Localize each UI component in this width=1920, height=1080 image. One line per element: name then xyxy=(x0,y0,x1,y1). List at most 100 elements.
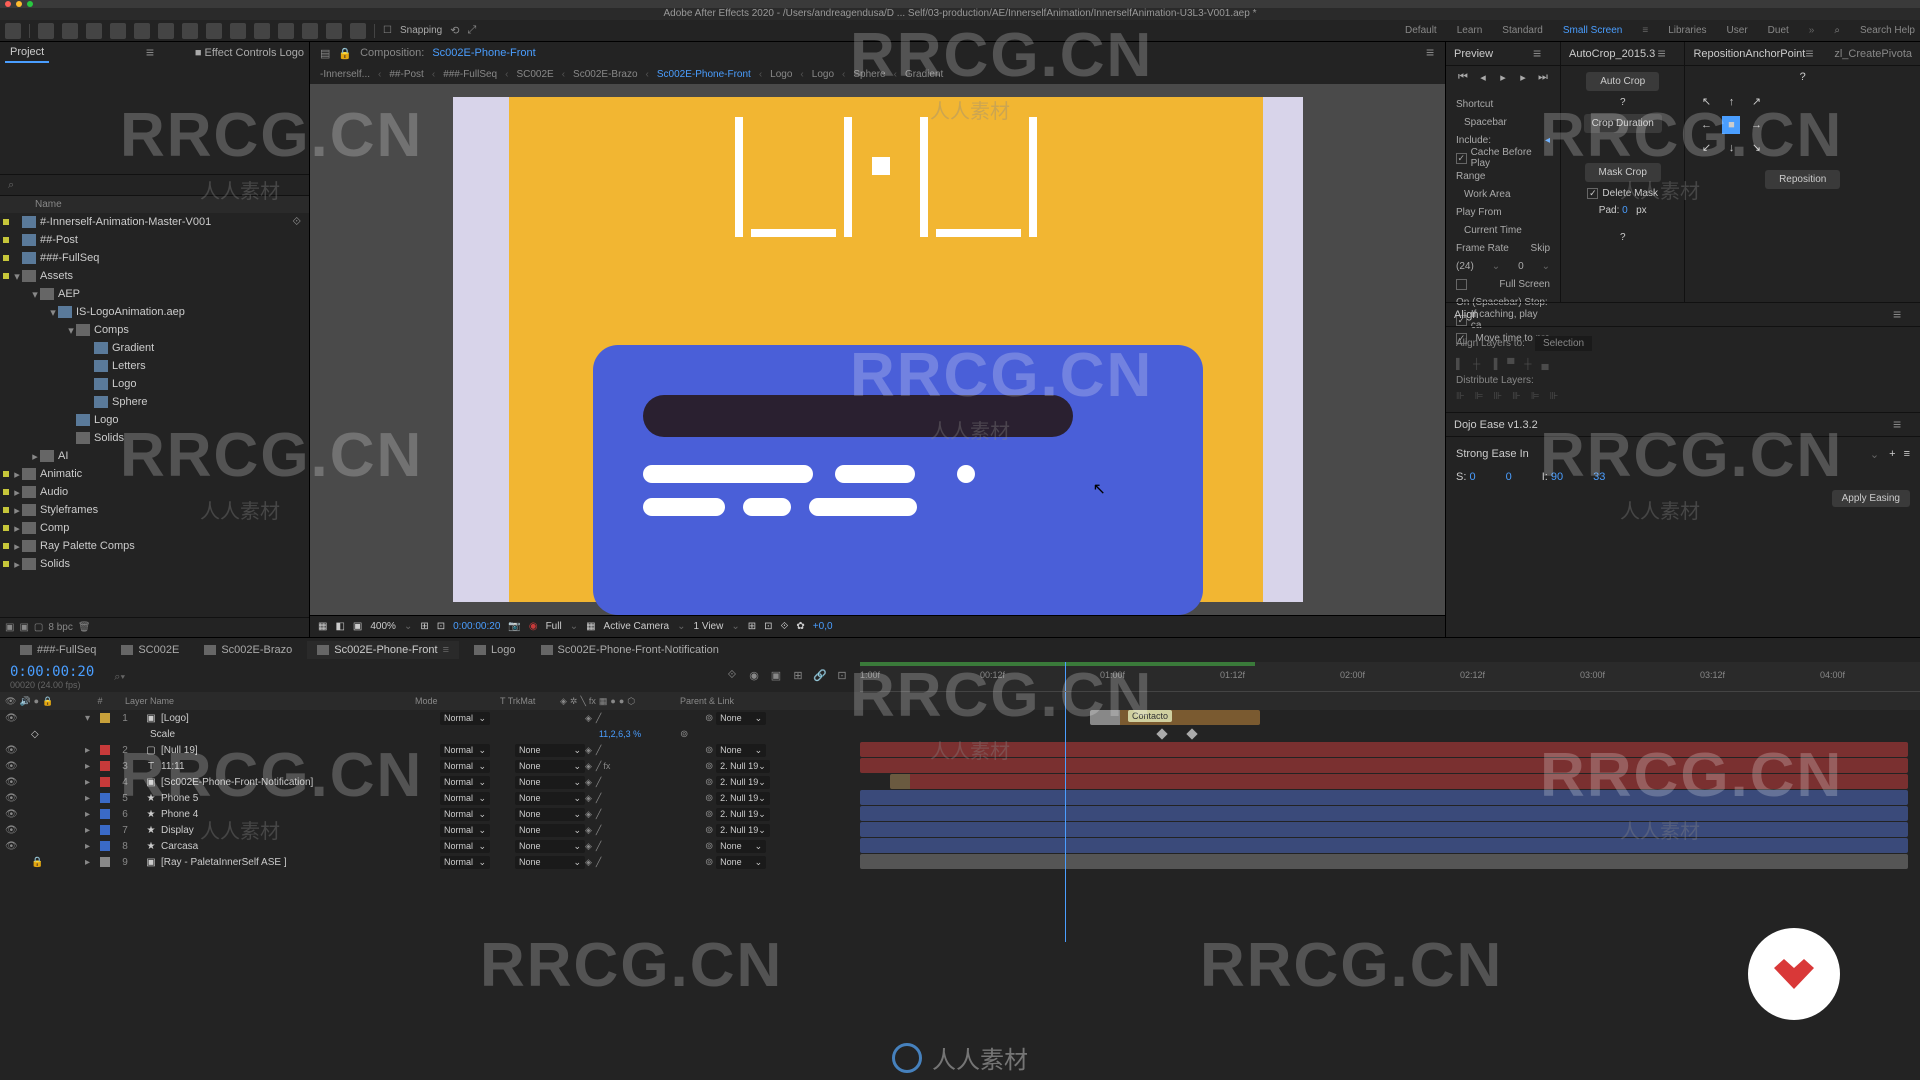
project-item[interactable]: ▸ Animatic xyxy=(0,465,309,483)
ws-standard[interactable]: Standard xyxy=(1502,25,1543,36)
ease-menu-icon[interactable]: ≡ xyxy=(1904,448,1910,460)
q2-button[interactable]: ? xyxy=(1620,232,1626,243)
res-dropdown[interactable]: Full xyxy=(546,621,562,632)
project-search[interactable]: ⌕ xyxy=(0,174,309,196)
autocrop-button[interactable]: Auto Crop xyxy=(1586,72,1659,91)
mac-minimize[interactable] xyxy=(16,1,22,7)
timeline-search-icon[interactable]: ⌕▾ xyxy=(114,671,125,684)
project-item[interactable]: ▾ Comps xyxy=(0,321,309,339)
project-item[interactable]: Letters xyxy=(0,357,309,375)
anchor-r[interactable]: → xyxy=(1747,116,1765,134)
project-item[interactable]: Logo xyxy=(0,411,309,429)
ease-i-val[interactable]: 90 xyxy=(1551,471,1563,483)
tl-tool4[interactable]: ⊞ xyxy=(790,669,806,685)
time-ruler[interactable]: 1:00f00:12f01:00f01:12f02:00f02:12f03:00… xyxy=(860,662,1920,692)
comp-name[interactable]: Sc002E-Phone-Front xyxy=(432,47,535,59)
pad-input[interactable]: 0 xyxy=(1622,205,1628,216)
lock-icon[interactable]: 🔒 xyxy=(338,47,352,60)
align-hcenter-icon[interactable]: ┼ xyxy=(1473,359,1480,370)
mask-icon[interactable]: ◧ xyxy=(335,621,344,632)
snapshot-icon[interactable]: 📷 xyxy=(508,621,520,632)
ease-add-icon[interactable]: + xyxy=(1889,448,1895,460)
res-icon[interactable]: ⊞ xyxy=(420,621,428,632)
mac-close[interactable] xyxy=(5,1,11,7)
breadcrumb-item[interactable]: Sc002E-Brazo xyxy=(573,69,637,80)
apply-easing-button[interactable]: Apply Easing xyxy=(1832,490,1910,507)
viewer-time[interactable]: 0:00:00:20 xyxy=(453,621,500,632)
alpha-icon[interactable]: ▦ xyxy=(318,621,327,632)
breadcrumb-item[interactable]: Sphere xyxy=(853,69,885,80)
ws-small-screen[interactable]: Small Screen xyxy=(1563,25,1622,36)
project-item[interactable]: ▸ Solids xyxy=(0,555,309,573)
transparent-icon[interactable]: ▦ xyxy=(586,621,595,632)
breadcrumb-item[interactable]: -Innerself... xyxy=(320,69,370,80)
project-item[interactable]: ▾ IS-LogoAnimation.aep xyxy=(0,303,309,321)
anchor-tool[interactable] xyxy=(158,23,174,39)
composition-marker[interactable]: Contacto xyxy=(1128,710,1172,722)
ws-default[interactable]: Default xyxy=(1405,25,1437,36)
breadcrumb-item[interactable]: Gradient xyxy=(905,69,943,80)
ease-last-val[interactable]: 33 xyxy=(1593,471,1605,483)
brush-tool[interactable] xyxy=(254,23,270,39)
project-item[interactable]: ###-FullSeq xyxy=(0,249,309,267)
project-item[interactable]: ▸ Audio xyxy=(0,483,309,501)
interpret-icon[interactable]: ▣ xyxy=(5,622,14,633)
next-frame-icon[interactable]: ▸ xyxy=(1516,71,1530,85)
anchor-b[interactable]: ↓ xyxy=(1722,139,1740,157)
project-item[interactable]: Gradient xyxy=(0,339,309,357)
mac-maximize[interactable] xyxy=(27,1,33,7)
project-item[interactable]: Solids xyxy=(0,429,309,447)
ws-learn[interactable]: Learn xyxy=(1457,25,1483,36)
zoom-value[interactable]: 400% xyxy=(370,621,396,632)
play-icon[interactable]: ▸ xyxy=(1496,71,1510,85)
timeline-tab[interactable]: Sc002E-Phone-Front ≡ xyxy=(307,641,459,659)
project-item[interactable]: ▸ Ray Palette Comps xyxy=(0,537,309,555)
breadcrumb-item[interactable]: Logo xyxy=(770,69,792,80)
tl-tool2[interactable]: ◉ xyxy=(746,669,762,685)
anchor-tl[interactable]: ↖ xyxy=(1697,93,1715,111)
col-layer-name[interactable]: Layer Name xyxy=(115,696,415,706)
deletemask-checkbox[interactable]: ✓ xyxy=(1587,188,1598,199)
grid-icon[interactable]: ⊡ xyxy=(437,621,445,632)
ease-preset-dropdown[interactable]: Strong Ease In xyxy=(1456,448,1870,460)
project-item[interactable]: ##-Post xyxy=(0,231,309,249)
new-comp-icon[interactable]: ▣ xyxy=(19,622,28,633)
fullscreen-checkbox[interactable] xyxy=(1456,279,1467,290)
orbit-tool[interactable] xyxy=(110,23,126,39)
search-help-icon[interactable]: ⌕ xyxy=(1834,25,1840,36)
ws-libraries[interactable]: Libraries xyxy=(1668,25,1706,36)
maskcrop-button[interactable]: Mask Crop xyxy=(1585,163,1661,182)
new-folder-icon[interactable]: ▢ xyxy=(34,622,43,633)
exposure[interactable]: +0,0 xyxy=(813,621,833,632)
comp-options-icon[interactable]: ≡ xyxy=(1426,48,1440,58)
type-tool[interactable] xyxy=(230,23,246,39)
ws-duet[interactable]: Duet xyxy=(1768,25,1789,36)
anchor-l[interactable]: ← xyxy=(1697,116,1715,134)
project-item[interactable]: ▾ AEP xyxy=(0,285,309,303)
framerate-dropdown[interactable]: (24) xyxy=(1456,261,1474,272)
align-bottom-icon[interactable]: ▄ xyxy=(1541,359,1548,370)
channel-icon[interactable]: ◉ xyxy=(529,621,538,632)
composition-viewer[interactable]: ↖ xyxy=(310,84,1445,615)
snapping-label[interactable]: Snapping xyxy=(400,25,442,36)
breadcrumb-item[interactable]: Sc002E-Phone-Front xyxy=(657,69,751,80)
home-tool[interactable] xyxy=(5,23,21,39)
playfrom-dropdown[interactable]: Current Time xyxy=(1456,225,1522,236)
eraser-tool[interactable] xyxy=(302,23,318,39)
align-left-icon[interactable]: ▌ xyxy=(1456,359,1463,370)
effect-controls-tab[interactable]: ■ Effect Controls Logo xyxy=(190,44,309,62)
project-tab[interactable]: Project xyxy=(5,43,49,63)
cropduration-button[interactable]: Crop Duration xyxy=(1584,114,1662,133)
range-dropdown[interactable]: Work Area xyxy=(1456,189,1511,200)
ease-mid-val[interactable]: 0 xyxy=(1506,471,1512,483)
project-item[interactable]: ▸ Styleframes xyxy=(0,501,309,519)
toggle-icon[interactable]: ▣ xyxy=(353,621,362,632)
anchor-t[interactable]: ↑ xyxy=(1722,93,1740,111)
tl-tool5[interactable]: 🔗 xyxy=(812,669,828,685)
zl-tab[interactable]: zl_CreatePivota xyxy=(1834,48,1912,60)
v-icon3[interactable]: ⟐ xyxy=(781,621,789,632)
timeline-tab[interactable]: SC002E xyxy=(111,641,189,659)
timeline-tab[interactable]: Sc002E-Phone-Front-Notification xyxy=(531,641,729,659)
project-item[interactable]: ▸ Comp xyxy=(0,519,309,537)
col-parent[interactable]: Parent & Link xyxy=(680,696,800,706)
